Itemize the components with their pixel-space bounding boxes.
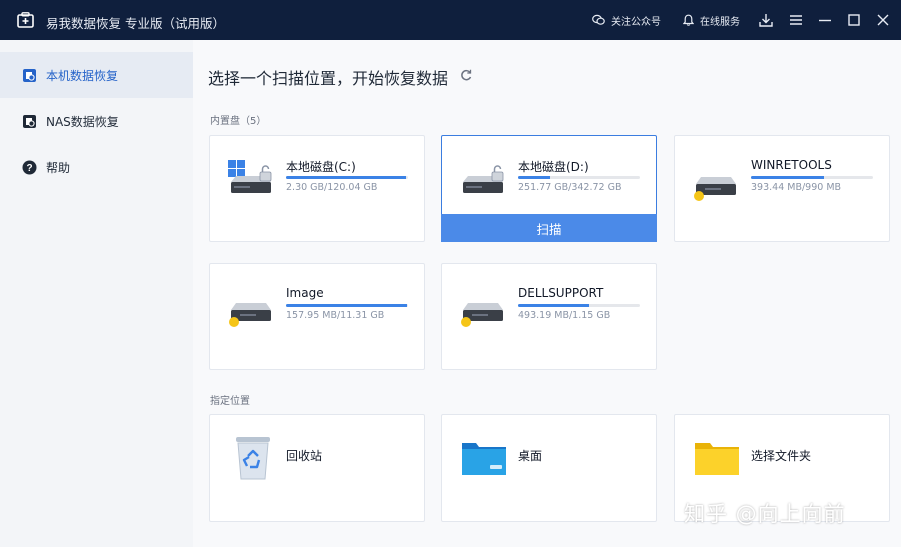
sidebar-item-label: NAS数据恢复: [46, 114, 119, 129]
drive-card-d[interactable]: 本地磁盘(D:) 251.77 GB/342.72 GB 扫描: [441, 135, 657, 242]
location-name: 选择文件夹: [751, 449, 812, 463]
drive-card-c[interactable]: 本地磁盘(C:) 2.30 GB/120.04 GB: [209, 135, 425, 242]
location-name: 桌面: [518, 449, 543, 463]
internal-drives-section-label: 内置盘（5）: [210, 116, 267, 127]
service-label: 在线服务: [700, 16, 740, 28]
desktop-folder-icon: [462, 443, 506, 475]
external-drive-icon: [461, 303, 503, 327]
drive-usage-fill: [751, 176, 825, 179]
drive-usage-fill: [286, 304, 407, 307]
drive-usage-bar: [751, 176, 873, 179]
menu-icon[interactable]: [788, 12, 804, 28]
drive-name: DELLSUPPORT: [518, 286, 604, 300]
drive-usage-bar: [286, 304, 408, 307]
drive-usage-bar: [518, 304, 640, 307]
drive-name: WINRETOOLS: [751, 158, 832, 172]
folder-icon: [695, 443, 739, 475]
local-recovery-icon: [23, 68, 36, 82]
main-panel: 选择一个扫描位置，开始恢复数据 内置盘（5） 本地磁盘(C:) 2.30 GB/…: [193, 40, 901, 547]
drive-size: 251.77 GB/342.72 GB: [518, 182, 622, 193]
sidebar-item-local-recovery[interactable]: 本机数据恢复: [0, 52, 193, 98]
app-logo-icon: [17, 12, 34, 28]
help-icon: ?: [22, 160, 37, 174]
drive-size: 493.19 MB/1.15 GB: [518, 310, 611, 321]
chat-bubble-icon: [592, 14, 605, 25]
refresh-icon[interactable]: [460, 69, 472, 81]
drive-size: 157.95 MB/11.31 GB: [286, 310, 385, 321]
svg-text:?: ?: [26, 163, 32, 174]
maximize-icon[interactable]: [846, 12, 862, 28]
title-bar: 易我数据恢复 专业版（试用版） 关注公众号 在线服务: [0, 0, 901, 40]
minimize-icon[interactable]: [817, 12, 833, 28]
page-title: 选择一个扫描位置，开始恢复数据: [208, 69, 449, 88]
location-card-desktop[interactable]: 桌面: [441, 414, 657, 522]
drive-card-dellsupport[interactable]: DELLSUPPORT 493.19 MB/1.15 GB: [441, 263, 657, 370]
download-icon[interactable]: [758, 12, 774, 28]
sidebar-item-nas-recovery[interactable]: NAS数据恢复: [0, 98, 193, 144]
drive-card-winretools[interactable]: WINRETOOLS 393.44 MB/990 MB: [674, 135, 890, 242]
follow-wechat-link[interactable]: 关注公众号: [592, 0, 661, 40]
drive-usage-fill: [518, 176, 550, 179]
sidebar-item-label: 本机数据恢复: [46, 68, 119, 83]
drive-usage-bar: [518, 176, 640, 179]
drive-name: 本地磁盘(D:): [518, 160, 589, 174]
online-service-link[interactable]: 在线服务: [683, 0, 740, 40]
drive-usage-fill: [518, 304, 589, 307]
sidebar: 本机数据恢复 NAS数据恢复 ? 帮助: [0, 40, 193, 547]
drive-name: Image: [286, 286, 324, 300]
external-drive-icon: [229, 303, 271, 327]
scan-button[interactable]: 扫描: [441, 214, 657, 242]
drive-size: 2.30 GB/120.04 GB: [286, 182, 378, 193]
location-card-recycle-bin[interactable]: 回收站: [209, 414, 425, 522]
sidebar-item-help[interactable]: ? 帮助: [0, 144, 193, 190]
locations-section-label: 指定位置: [210, 396, 250, 407]
recycle-bin-icon: [236, 437, 270, 480]
close-icon[interactable]: [875, 12, 891, 28]
sidebar-item-label: 帮助: [46, 160, 71, 175]
locked-drive-icon: [463, 165, 504, 193]
bell-icon: [683, 14, 694, 26]
nas-recovery-icon: [23, 114, 36, 128]
drive-size: 393.44 MB/990 MB: [751, 182, 842, 193]
drive-usage-fill: [286, 176, 406, 179]
location-name: 回收站: [286, 449, 323, 463]
external-drive-icon: [694, 177, 736, 201]
windows-system-drive-icon: [228, 160, 272, 193]
drive-name: 本地磁盘(C:): [286, 160, 356, 174]
follow-label: 关注公众号: [611, 16, 661, 28]
watermark: 知乎 @向上向前: [684, 502, 846, 526]
app-title: 易我数据恢复 专业版（试用版）: [46, 16, 225, 31]
drive-usage-bar: [286, 176, 408, 179]
drive-card-image[interactable]: Image 157.95 MB/11.31 GB: [209, 263, 425, 370]
